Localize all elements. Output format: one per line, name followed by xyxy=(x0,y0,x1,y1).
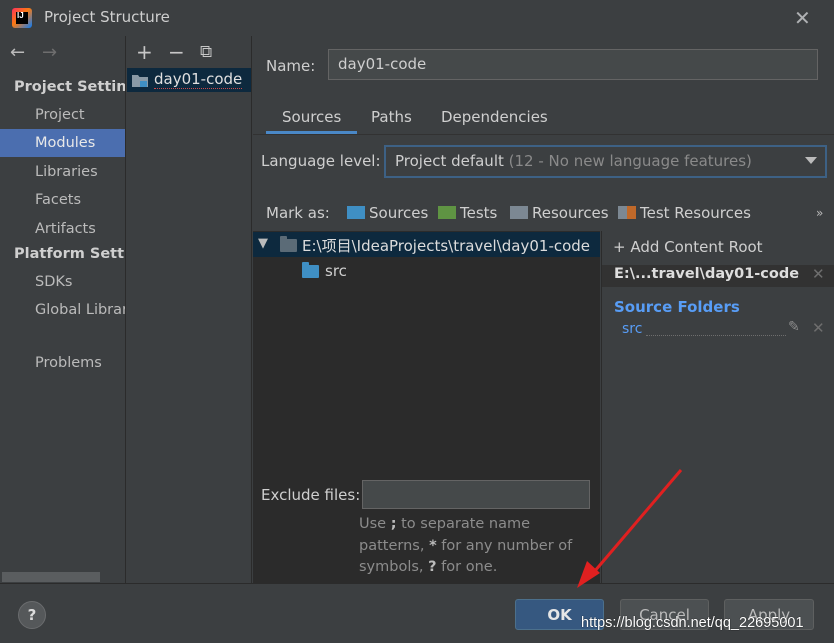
exclude-files-hint: Use ; to separate name patterns, * for a… xyxy=(359,516,573,575)
content-root-row[interactable]: E:\...travel\day01-code ✕ xyxy=(602,265,834,287)
copy-module-icon[interactable]: ⧉ xyxy=(200,42,212,62)
language-level-label: Language level: xyxy=(261,152,381,170)
source-folders-heading: Source Folders xyxy=(614,298,740,316)
dialog-footer: ? OK Cancel Apply https://blog.csdn.net/… xyxy=(0,583,834,643)
source-folder-item[interactable]: src xyxy=(622,321,642,337)
nav-item-artifacts[interactable]: Artifacts xyxy=(0,215,125,243)
remove-root-icon[interactable]: ✕ xyxy=(812,265,825,283)
dotted-leader xyxy=(646,335,786,336)
tests-folder-icon xyxy=(438,206,456,219)
close-icon[interactable]: ✕ xyxy=(794,6,811,30)
expand-triangle-icon[interactable]: ▼ xyxy=(258,236,268,251)
tree-row-root[interactable]: ▼ E:\项目\IdeaProjects\travel\day01-code xyxy=(253,232,600,257)
mark-as-toolbar: Mark as: Sources Tests Resources Test Re… xyxy=(253,199,834,229)
exclude-files-label: Exclude files: xyxy=(261,486,361,504)
module-folder-icon xyxy=(131,73,148,87)
add-module-icon[interactable]: + xyxy=(136,40,153,64)
test-resources-folder-icon xyxy=(618,206,636,219)
mark-as-label: Mark as: xyxy=(266,204,330,222)
content-root-panel: + Add Content Root E:\...travel\day01-co… xyxy=(601,231,834,583)
mark-test-resources-button[interactable]: Test Resources xyxy=(618,204,751,222)
remove-module-icon[interactable]: − xyxy=(168,40,185,64)
edit-pencil-icon[interactable]: ✎ xyxy=(788,319,800,335)
tab-divider xyxy=(253,134,834,135)
remove-source-icon[interactable]: ✕ xyxy=(812,319,825,337)
language-level-value: Project default xyxy=(395,152,504,170)
back-arrow-icon[interactable]: ← xyxy=(10,42,25,63)
tree-row-src[interactable]: src xyxy=(325,262,347,280)
language-level-select[interactable]: Project default (12 - No new language fe… xyxy=(384,145,827,178)
content-root-path: E:\...travel\day01-code xyxy=(614,266,800,282)
nav-scrollbar[interactable] xyxy=(2,572,100,582)
watermark-text: https://blog.csdn.net/qq_22695001 xyxy=(581,615,804,631)
title-bar: IJ Project Structure ✕ xyxy=(0,0,834,36)
tab-paths[interactable]: Paths xyxy=(355,106,428,134)
nav-item-sdks[interactable]: SDKs xyxy=(0,268,125,296)
forward-arrow-icon[interactable]: → xyxy=(42,42,57,63)
window-title: Project Structure xyxy=(44,8,170,26)
language-level-detail: (12 - No new language features) xyxy=(508,152,752,170)
mark-tests-button[interactable]: Tests xyxy=(438,204,497,222)
module-item-label: day01-code xyxy=(154,70,243,89)
exclude-files-input[interactable] xyxy=(362,480,590,509)
source-folder-icon xyxy=(302,262,319,278)
help-button[interactable]: ? xyxy=(18,601,46,629)
nav-heading-project-settings: Project Settings xyxy=(14,79,126,95)
nav-item-libraries[interactable]: Libraries xyxy=(0,158,125,186)
module-settings-panel: Name: day01-code Sources Paths Dependenc… xyxy=(253,36,834,583)
tab-dependencies[interactable]: Dependencies xyxy=(425,106,564,134)
mark-resources-button[interactable]: Resources xyxy=(510,204,609,222)
module-list-panel: + − ⧉ day01-code xyxy=(127,36,252,583)
more-options-icon[interactable]: » xyxy=(816,206,823,220)
nav-item-problems[interactable]: Problems xyxy=(0,349,125,377)
name-label: Name: xyxy=(266,57,316,75)
module-item[interactable]: day01-code xyxy=(127,68,251,92)
chevron-down-icon xyxy=(805,157,817,164)
module-name-input[interactable]: day01-code xyxy=(328,49,818,80)
resources-folder-icon xyxy=(510,206,528,219)
intellij-logo-icon: IJ xyxy=(12,8,32,28)
tab-sources[interactable]: Sources xyxy=(266,106,358,134)
tree-root-label: E:\项目\IdeaProjects\travel\day01-code xyxy=(302,237,591,255)
nav-item-modules[interactable]: Modules xyxy=(0,129,125,157)
nav-item-global-libraries[interactable]: Global Libraries xyxy=(0,296,125,324)
settings-nav: ← → Project Settings Project Modules Lib… xyxy=(0,36,126,583)
add-content-root-button[interactable]: + Add Content Root xyxy=(613,238,763,256)
nav-item-facets[interactable]: Facets xyxy=(0,186,125,214)
nav-heading-platform-settings: Platform Settings xyxy=(14,246,125,262)
folder-icon xyxy=(280,236,297,252)
sources-folder-icon xyxy=(347,206,365,219)
mark-sources-button[interactable]: Sources xyxy=(347,204,428,222)
nav-item-project[interactable]: Project xyxy=(0,101,125,129)
